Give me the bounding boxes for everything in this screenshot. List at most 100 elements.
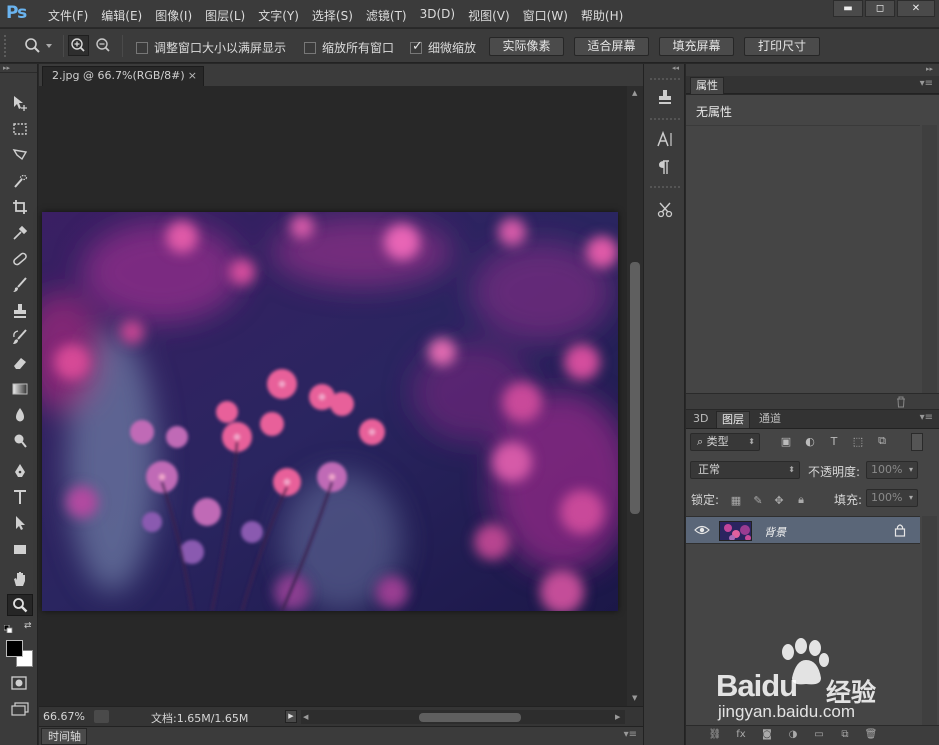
scroll-left-icon[interactable]: ◀ bbox=[303, 713, 308, 721]
tab-layers[interactable]: 图层 bbox=[716, 411, 750, 428]
panel-menu-icon[interactable]: ▾≡ bbox=[920, 412, 933, 423]
adjustment-layer-icon[interactable]: ◑ bbox=[786, 729, 800, 742]
menu-file[interactable]: 文件(F) bbox=[48, 7, 88, 24]
zoom-out-button[interactable] bbox=[93, 35, 114, 56]
pen-tool[interactable] bbox=[7, 460, 33, 482]
menu-view[interactable]: 视图(V) bbox=[468, 7, 510, 24]
smart-object-filter-icon[interactable]: ⧉ bbox=[874, 434, 890, 448]
status-menu-arrow-icon[interactable]: ▶ bbox=[285, 710, 297, 723]
layer-thumbnail[interactable] bbox=[719, 521, 752, 541]
lasso-tool[interactable] bbox=[7, 144, 33, 166]
zoom-in-button[interactable] bbox=[68, 35, 89, 56]
close-button[interactable]: ✕ bbox=[897, 0, 935, 17]
scroll-down-icon[interactable]: ▼ bbox=[632, 694, 637, 702]
menu-layer[interactable]: 图层(L) bbox=[205, 7, 245, 24]
scroll-thumb[interactable] bbox=[419, 713, 521, 722]
brush-tool[interactable] bbox=[7, 274, 33, 296]
lock-position-move-icon[interactable]: ✥ bbox=[772, 493, 786, 507]
adjustment-filter-icon[interactable]: ◐ bbox=[802, 434, 818, 448]
blur-tool[interactable] bbox=[7, 404, 33, 426]
expand-dock-icon[interactable]: ▸▸ bbox=[926, 65, 933, 73]
type-filter-icon[interactable]: T bbox=[826, 434, 842, 448]
crop-tool[interactable] bbox=[7, 196, 33, 218]
visibility-eye-icon[interactable] bbox=[694, 524, 710, 536]
lock-all-icon[interactable]: 🔒︎ bbox=[794, 493, 808, 507]
zoom-all-windows-checkbox[interactable]: 缩放所有窗口 bbox=[304, 39, 394, 56]
canvas-area[interactable] bbox=[39, 86, 627, 706]
layers-scrollbar[interactable] bbox=[922, 516, 937, 725]
menu-edit[interactable]: 编辑(E) bbox=[101, 7, 142, 24]
document-image[interactable] bbox=[42, 212, 618, 611]
hand-tool[interactable] bbox=[7, 568, 33, 590]
resize-windows-checkbox[interactable]: 调整窗口大小以满屏显示 bbox=[136, 39, 286, 56]
panel-menu-icon[interactable]: ▾≡ bbox=[920, 78, 933, 89]
zoom-tool[interactable] bbox=[7, 594, 33, 616]
foreground-color-swatch[interactable] bbox=[6, 640, 23, 657]
tab-channels[interactable]: 通道 bbox=[754, 411, 786, 428]
paragraph-panel-button[interactable] bbox=[653, 156, 677, 178]
menu-image[interactable]: 图像(I) bbox=[155, 7, 192, 24]
screen-mode-button[interactable] bbox=[11, 702, 29, 719]
fill-screen-button[interactable]: 填充屏幕 bbox=[659, 37, 734, 56]
type-tool[interactable] bbox=[7, 486, 33, 508]
filter-toggle-switch[interactable] bbox=[911, 433, 923, 451]
layer-filter-select[interactable]: ⌕ 类型 ⬍ bbox=[690, 433, 760, 451]
menu-3d[interactable]: 3D(D) bbox=[420, 7, 455, 24]
tool-preset-picker[interactable] bbox=[22, 36, 58, 56]
tab-properties[interactable]: 属性 bbox=[690, 77, 724, 94]
toolbox-collapse-icon[interactable]: ▸▸ bbox=[0, 64, 37, 73]
status-info-icon[interactable] bbox=[94, 710, 109, 723]
marquee-tool[interactable] bbox=[7, 118, 33, 140]
delete-layer-trash-icon[interactable]: 🗑︎ bbox=[864, 729, 878, 742]
layer-style-fx-icon[interactable]: fx bbox=[734, 729, 748, 742]
collapse-dock-icon[interactable]: ◂◂ bbox=[672, 64, 679, 72]
scroll-thumb[interactable] bbox=[630, 262, 640, 514]
pixel-filter-icon[interactable]: ▣ bbox=[778, 434, 794, 448]
layer-name[interactable]: 背景 bbox=[764, 524, 786, 540]
horizontal-scrollbar[interactable]: ◀ ▶ bbox=[301, 710, 625, 724]
scroll-right-icon[interactable]: ▶ bbox=[615, 713, 620, 721]
tools-panel-button[interactable] bbox=[653, 198, 677, 220]
lock-transparent-icon[interactable]: ▦ bbox=[729, 493, 743, 507]
document-tab[interactable]: 2.jpg @ 66.7%(RGB/8#) × bbox=[42, 66, 204, 86]
layer-row[interactable]: 背景 bbox=[686, 516, 920, 544]
tool-presets-button[interactable] bbox=[653, 86, 677, 108]
menu-type[interactable]: 文字(Y) bbox=[258, 7, 299, 24]
panel-menu-icon[interactable]: ▾≡ bbox=[624, 729, 637, 740]
scrubby-zoom-checkbox[interactable]: ✓ 细微缩放 bbox=[410, 39, 476, 56]
close-tab-icon[interactable]: × bbox=[188, 67, 197, 85]
lock-image-brush-icon[interactable]: ✎ bbox=[751, 493, 765, 507]
history-brush-tool[interactable] bbox=[7, 326, 33, 348]
actual-pixels-button[interactable]: 实际像素 bbox=[489, 37, 564, 56]
quick-mask-button[interactable] bbox=[11, 676, 27, 693]
default-colors-icon[interactable] bbox=[3, 622, 14, 634]
menu-filter[interactable]: 滤镜(T) bbox=[366, 7, 407, 24]
menu-help[interactable]: 帮助(H) bbox=[581, 7, 623, 24]
trash-icon[interactable] bbox=[895, 396, 907, 408]
swap-colors-icon[interactable]: ⇄ bbox=[24, 621, 34, 631]
properties-scrollbar[interactable] bbox=[922, 125, 937, 393]
tab-3d[interactable]: 3D bbox=[688, 411, 713, 428]
rectangle-tool[interactable] bbox=[7, 538, 33, 560]
shape-filter-icon[interactable]: ⬚ bbox=[850, 434, 866, 448]
print-size-button[interactable]: 打印尺寸 bbox=[744, 37, 820, 56]
scroll-up-icon[interactable]: ▲ bbox=[632, 89, 637, 97]
options-grip[interactable] bbox=[4, 35, 8, 57]
clone-stamp-tool[interactable] bbox=[7, 300, 33, 322]
timeline-tab[interactable]: 时间轴 bbox=[41, 728, 87, 745]
eraser-tool[interactable] bbox=[7, 352, 33, 374]
vertical-scrollbar[interactable]: ▲ ▼ bbox=[627, 86, 643, 706]
link-layers-icon[interactable]: ⛓ bbox=[708, 729, 722, 742]
new-group-folder-icon[interactable]: ▭ bbox=[812, 729, 826, 742]
dodge-tool[interactable] bbox=[7, 430, 33, 452]
zoom-level[interactable]: 66.67% bbox=[43, 710, 85, 723]
healing-brush-tool[interactable] bbox=[7, 248, 33, 270]
path-selection-tool[interactable] bbox=[7, 512, 33, 534]
opacity-field[interactable]: 100% ▾ bbox=[866, 461, 918, 479]
menu-window[interactable]: 窗口(W) bbox=[523, 7, 568, 24]
fit-screen-button[interactable]: 适合屏幕 bbox=[574, 37, 649, 56]
blend-mode-select[interactable]: 正常 ⬍ bbox=[690, 461, 800, 479]
character-panel-button[interactable] bbox=[653, 128, 677, 150]
move-tool[interactable] bbox=[7, 92, 33, 114]
eyedropper-tool[interactable] bbox=[7, 222, 33, 244]
